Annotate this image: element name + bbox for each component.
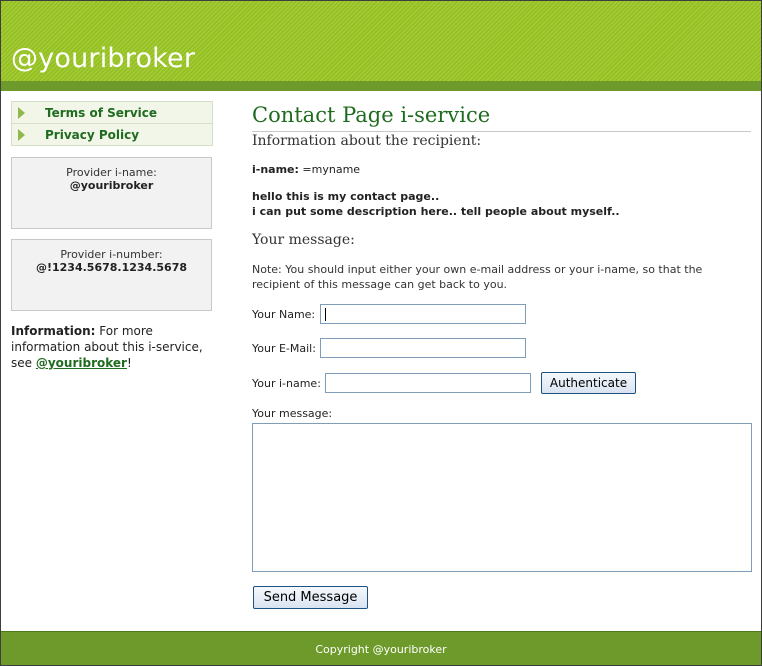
nav-item-label[interactable]: Terms of Service <box>45 106 157 120</box>
info-paragraph: Information: For more information about … <box>11 323 211 371</box>
email-input[interactable] <box>320 338 526 358</box>
name-label: Your Name: <box>252 308 316 321</box>
description-line: i can put some description here.. tell p… <box>252 205 620 218</box>
send-message-button[interactable]: Send Message <box>253 586 368 609</box>
provider-iname-value: @youribroker <box>69 179 154 192</box>
provider-inumber-box: Provider i-number: @!1234.5678.1234.5678 <box>11 239 212 311</box>
nav-item-label[interactable]: Privacy Policy <box>45 128 139 142</box>
provider-inumber-label: Provider i-number: <box>60 248 163 261</box>
nav-item-terms-of-service[interactable]: Terms of Service <box>12 102 212 124</box>
text-caret <box>325 308 326 321</box>
site-title: @youribroker <box>11 43 196 74</box>
recipient-iname: i-name: =myname <box>252 163 360 176</box>
page-frame: @youribroker Terms of Service Privacy Po… <box>0 0 762 666</box>
title-divider <box>252 131 751 132</box>
nav-arrow-icon <box>18 129 25 141</box>
email-label: Your E-Mail: <box>252 342 316 355</box>
sidebar-nav: Terms of Service Privacy Policy <box>11 101 213 146</box>
info-lead: Information: <box>11 324 96 338</box>
header-band <box>1 81 761 91</box>
info-end: ! <box>126 356 132 370</box>
note-text: Note: You should input either your own e… <box>252 263 703 291</box>
footer: Copyright @youribroker <box>1 631 761 665</box>
provider-inumber-value: @!1234.5678.1234.5678 <box>35 261 187 274</box>
recipient-heading: Information about the recipient: <box>252 133 482 149</box>
description-line: hello this is my contact page.. <box>252 190 440 203</box>
message-heading: Your message: <box>252 232 355 248</box>
provider-iname-box: Provider i-name: @youribroker <box>11 157 212 229</box>
name-input[interactable] <box>320 304 526 324</box>
iname-label: Your i-name: <box>252 377 321 390</box>
message-label: Your message: <box>252 407 333 420</box>
iname-input[interactable] <box>325 373 531 393</box>
recipient-description: hello this is my contact page.. i can pu… <box>252 189 620 219</box>
authenticate-button[interactable]: Authenticate <box>541 372 636 394</box>
message-textarea[interactable] <box>252 423 752 572</box>
info-link[interactable]: @youribroker <box>36 356 127 370</box>
recipient-iname-label: i-name: <box>252 163 299 176</box>
nav-item-privacy-policy[interactable]: Privacy Policy <box>12 124 212 145</box>
footer-copyright: Copyright @youribroker <box>315 643 447 656</box>
recipient-iname-value: =myname <box>298 163 361 176</box>
provider-iname-label: Provider i-name: <box>66 166 157 179</box>
page-title: Contact Page i-service <box>252 103 491 127</box>
nav-arrow-icon <box>18 107 25 119</box>
